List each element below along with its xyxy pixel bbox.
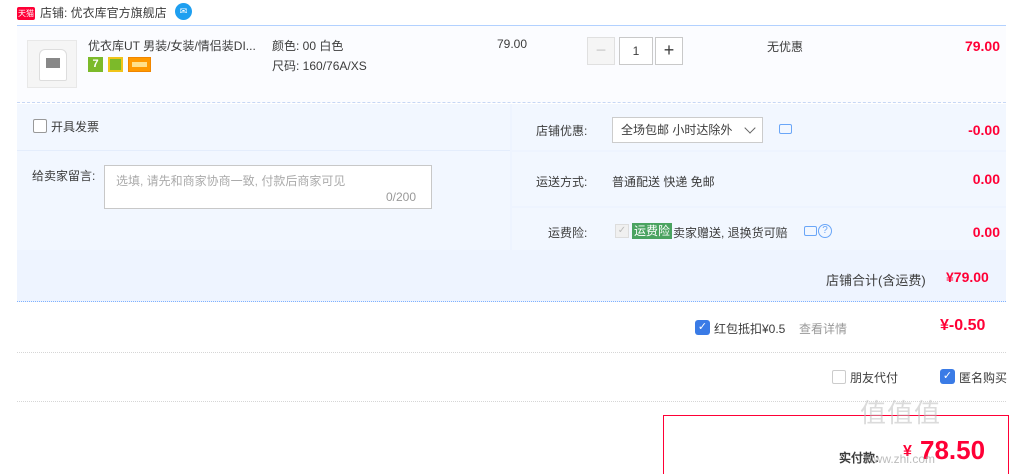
shipping-method-label: 运送方式: [536, 175, 588, 189]
shipping-method-value: 普通配送 快递 免邮 [612, 175, 715, 189]
product-title[interactable]: 优衣库UT 男装/女装/情侣装DI... [88, 38, 266, 54]
red-packet-detail-link[interactable]: 查看详情 [799, 320, 847, 337]
shop-name[interactable]: 店铺: 优衣库官方旗舰店 [40, 5, 167, 21]
help-icon[interactable]: ? [818, 224, 832, 238]
shop-total-label: 店铺合计(含运费) [826, 273, 926, 288]
red-packet-label[interactable]: 红包抵扣¥0.5 [714, 320, 785, 337]
shipping-price: 0.00 [972, 171, 1000, 187]
divider [17, 352, 1006, 353]
invoice-checkbox[interactable] [33, 119, 47, 133]
quantity-increase-button[interactable]: + [655, 37, 683, 65]
shop-discount-selected: 全场包邮 小时达除外 [621, 123, 733, 137]
message-char-counter: 0/200 [386, 190, 417, 204]
wangwang-chat-icon[interactable]: ✉ [175, 3, 192, 20]
shop-total-value: ¥79.00 [946, 269, 989, 285]
comment-icon[interactable] [804, 226, 817, 236]
unit-price: 79.00 [497, 37, 528, 51]
divider [17, 401, 1006, 402]
comment-icon[interactable] [779, 124, 792, 134]
insurance-price: 0.00 [972, 224, 1000, 240]
seller-message-label: 给卖家留言: [32, 169, 96, 183]
item-discount: 无优惠 [767, 40, 804, 54]
tmall-badge: 天猫 [17, 7, 35, 20]
credit-card-icon[interactable] [128, 57, 151, 72]
friend-pay-label[interactable]: 朋友代付 [850, 369, 898, 386]
anonymous-purchase-label[interactable]: 匿名购买 [959, 369, 1007, 386]
insurance-description: 卖家赠送, 退换货可赔 [673, 226, 788, 240]
divider [17, 150, 510, 151]
shop-discount-value: -0.00 [968, 122, 1000, 138]
insurance-checkbox: ✓ [615, 224, 629, 238]
watermark: 值值值 [860, 399, 942, 429]
red-packet-checkbox[interactable]: ✓ [695, 320, 710, 335]
quantity-input[interactable]: 1 [619, 37, 653, 65]
red-packet-value: ¥-0.50 [940, 317, 986, 334]
watermark-url: www.zhi.com [865, 452, 936, 466]
product-thumbnail[interactable] [27, 40, 77, 88]
shop-discount-select[interactable]: 全场包邮 小时达除外 [612, 117, 763, 143]
anonymous-purchase-checkbox[interactable]: ✓ [940, 369, 955, 384]
tshirt-print [46, 58, 60, 68]
shop-discount-label: 店铺优惠: [536, 124, 588, 138]
item-total: 79.00 [964, 38, 1000, 54]
7-day-return-icon[interactable]: 7 [88, 57, 103, 72]
invoice-label[interactable]: 开具发票 [51, 118, 99, 135]
sku-color: 颜色: 00 白色 [272, 39, 344, 53]
shipping-insurance-label: 运费险: [548, 226, 588, 240]
consumer-protection-icon[interactable] [108, 57, 123, 72]
seller-message-placeholder: 选填, 请先和商家协商一致, 付款后商家可见 [116, 174, 346, 188]
sku-size: 尺码: 160/76A/XS [272, 59, 367, 73]
quantity-decrease-button[interactable]: − [587, 37, 615, 65]
insurance-badge: 运费险 [632, 223, 673, 239]
friend-pay-checkbox[interactable] [832, 370, 846, 384]
chevron-down-icon [744, 122, 756, 134]
